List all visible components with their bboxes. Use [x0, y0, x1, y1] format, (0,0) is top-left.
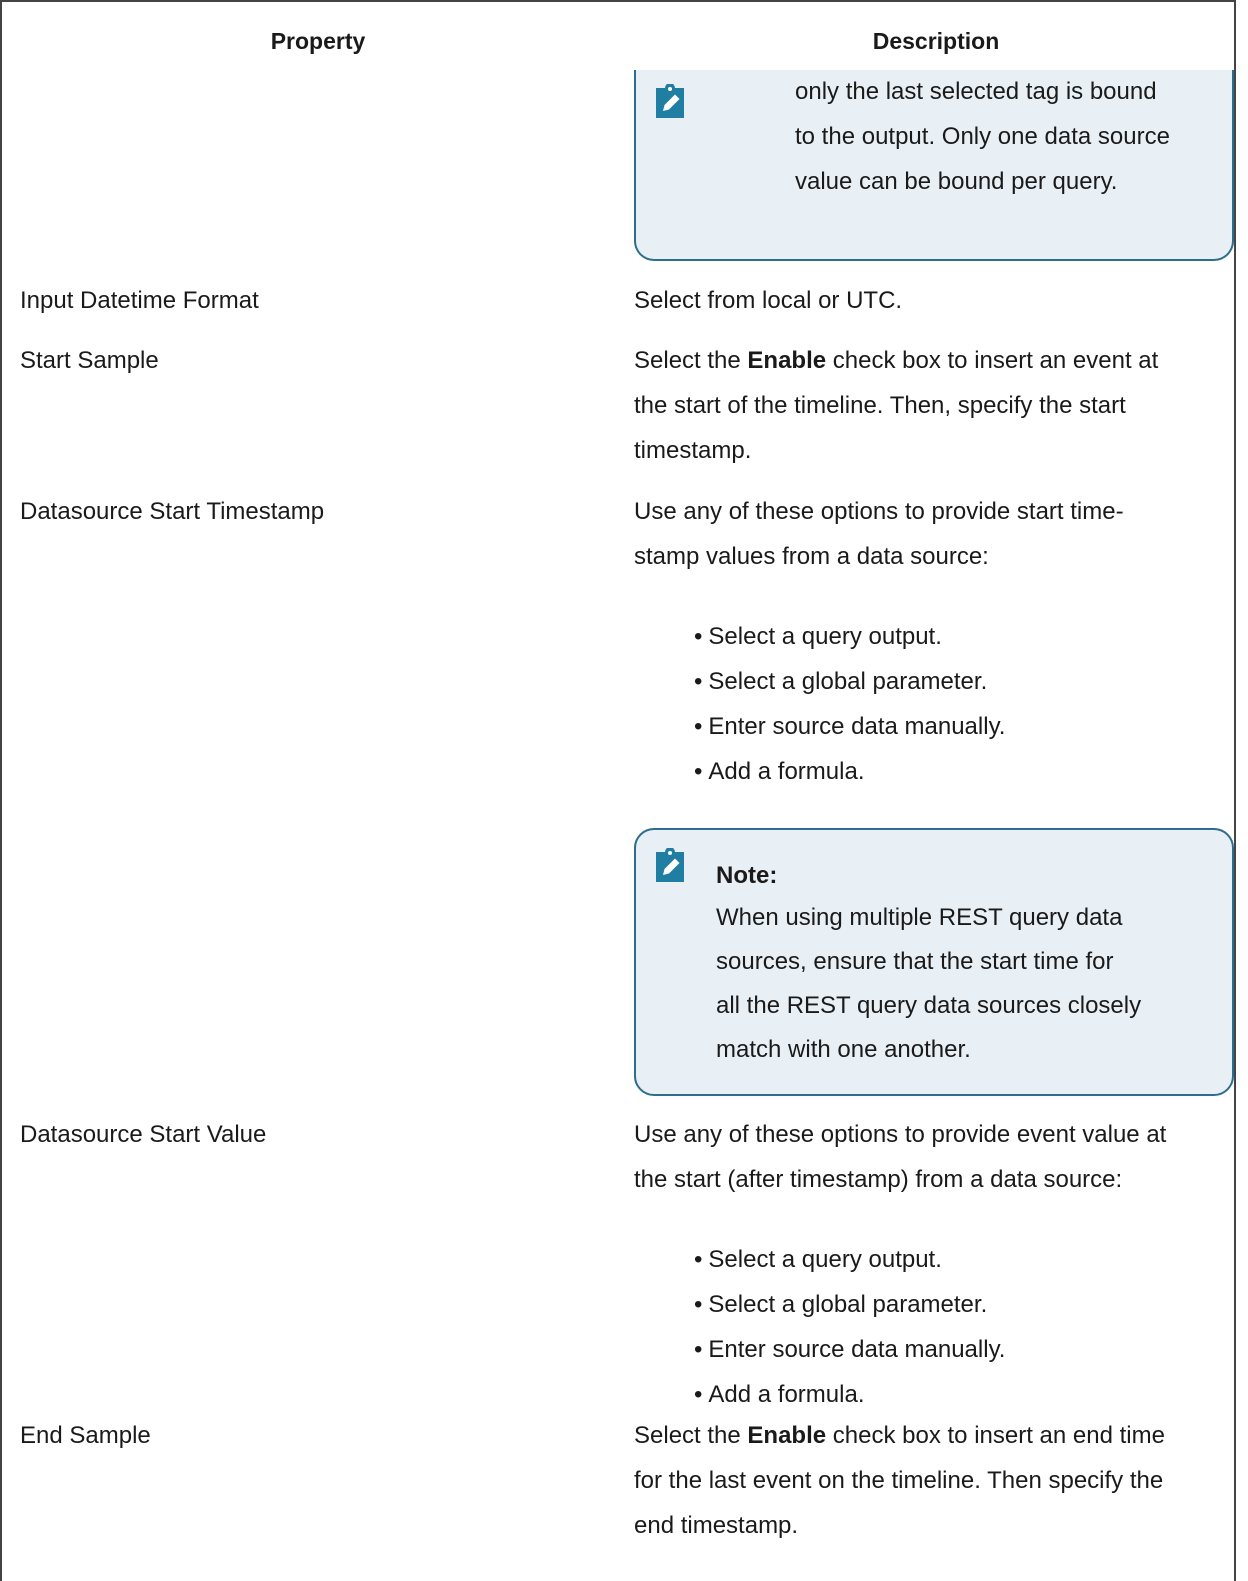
description-end-sample-line: for the last event on the timeline. Then… [634, 1467, 1164, 1494]
list-item: Select a global parameter. [694, 659, 1005, 704]
option-list: Select a query output. Select a global p… [694, 1237, 1005, 1417]
option-list: Select a query output. Select a global p… [694, 614, 1005, 794]
description-ds-start-timestamp-line: Use any of these options to provide star… [634, 498, 1124, 525]
property-datasource-start-timestamp: Datasource Start Timestamp [20, 498, 325, 525]
description-ds-start-value-line: Use any of these options to provide even… [634, 1121, 1167, 1148]
list-item: Enter source data manually. [694, 1327, 1005, 1372]
column-header-description: Description [872, 28, 1000, 54]
description-start-sample-line: timestamp. [634, 437, 752, 464]
note-text-line: all the REST query data sources closely [716, 992, 1142, 1019]
property-datasource-start-value: Datasource Start Value [20, 1121, 267, 1148]
property-start-sample: Start Sample [20, 347, 159, 374]
description-ds-start-value-line: the start (after timestamp) from a data … [634, 1166, 1123, 1193]
note-box: Note: When using multiple REST query dat… [634, 828, 1234, 1096]
property-end-sample: End Sample [20, 1422, 151, 1449]
list-item: Select a query output. [694, 1237, 1005, 1282]
description-end-sample-line: Select the Enable check box to insert an… [634, 1422, 1165, 1449]
note-text-line: to the output. Only one data source [795, 123, 1170, 150]
list-item: Add a formula. [694, 1372, 1005, 1417]
note-text-line: sources, ensure that the start time for [716, 948, 1114, 975]
description-start-sample-line: the start of the timeline. Then, specify… [634, 392, 1126, 419]
description-start-sample-line: Select the Enable check box to insert an… [634, 347, 1159, 374]
description-input-datetime-format: Select from local or UTC. [634, 287, 903, 314]
note-pencil-icon [656, 848, 684, 882]
note-text-line: When using multiple REST query data [716, 904, 1123, 931]
note-pencil-icon [656, 84, 684, 118]
column-header-property: Property [270, 28, 366, 54]
note-box-continued: only the last selected tag is bound to t… [634, 70, 1234, 261]
list-item: Select a query output. [694, 614, 1005, 659]
list-item: Select a global parameter. [694, 1282, 1005, 1327]
description-end-sample-line: end timestamp. [634, 1512, 799, 1539]
enable-label: Enable [747, 347, 827, 374]
property-input-datetime-format: Input Datetime Format [20, 287, 259, 314]
list-item: Add a formula. [694, 749, 1005, 794]
enable-label: Enable [747, 1422, 827, 1449]
note-text-line: match with one another. [716, 1036, 971, 1063]
list-item: Enter source data manually. [694, 704, 1005, 749]
description-ds-start-timestamp-line: stamp values from a data source: [634, 543, 989, 570]
note-title: Note: [716, 862, 778, 889]
note-text-line: value can be bound per query. [795, 168, 1118, 195]
note-text-line: only the last selected tag is bound [795, 78, 1157, 105]
